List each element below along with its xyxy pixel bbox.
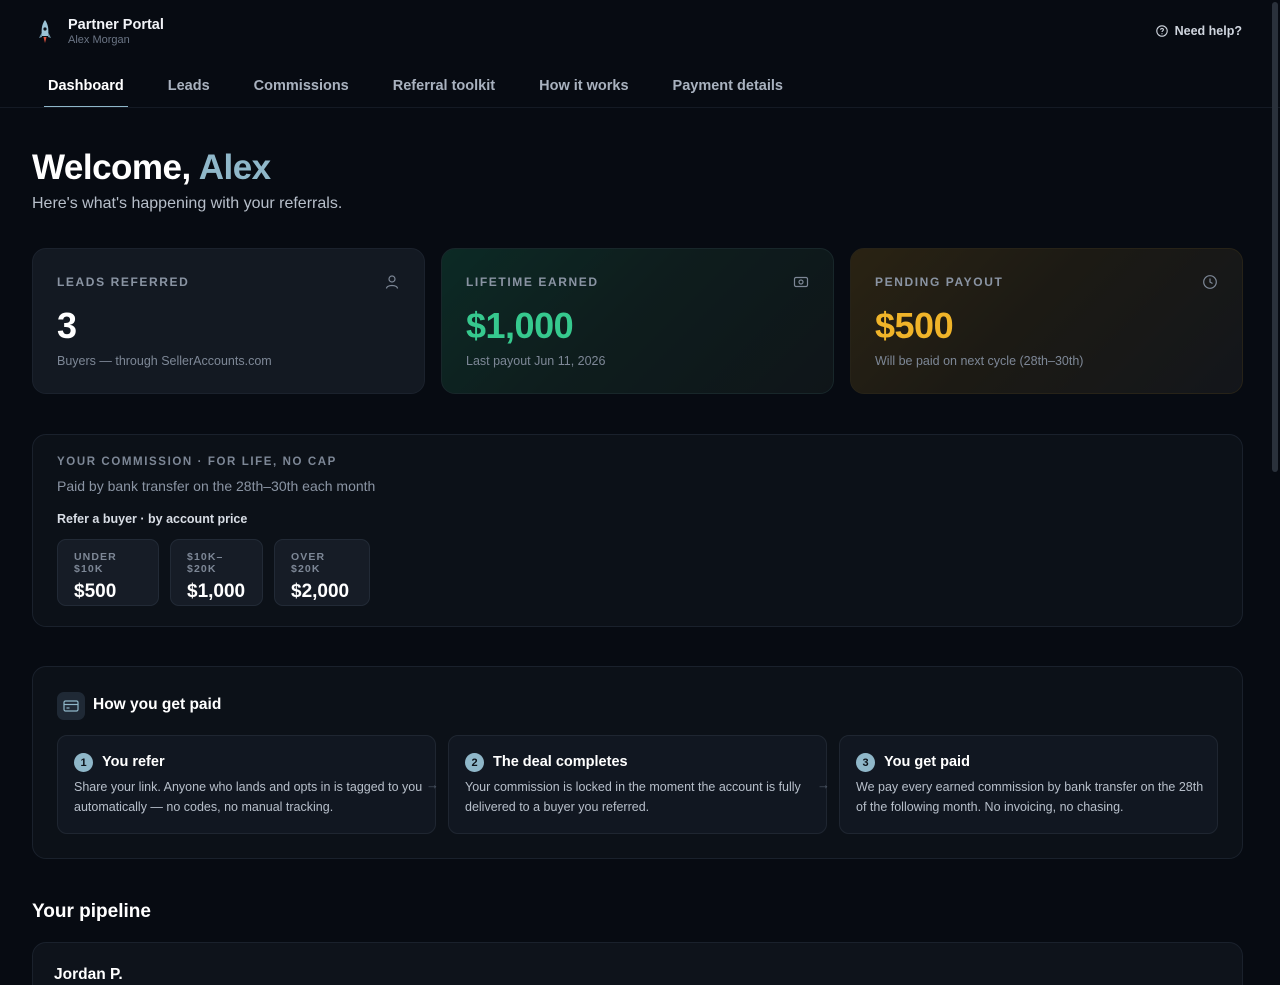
step-number: 1 <box>74 753 93 772</box>
pipeline-item[interactable]: Jordan P. <box>32 942 1243 985</box>
brand[interactable]: Partner Portal Alex Morgan <box>36 17 164 47</box>
tier-value: $1,000 <box>187 581 246 602</box>
step-description: Your commission is locked in the moment … <box>465 780 801 814</box>
pipeline-lead-name: Jordan P. <box>54 966 123 983</box>
tier-value: $2,000 <box>291 581 350 602</box>
commission-heading: YOUR COMMISSION · FOR LIFE, NO CAP <box>57 456 337 468</box>
user-name: Alex Morgan <box>68 34 130 46</box>
stat-note: Buyers — through SellerAccounts.com <box>57 354 272 368</box>
pipeline-title: Your pipeline <box>32 901 151 922</box>
commission-panel: YOUR COMMISSION · FOR LIFE, NO CAP Paid … <box>32 434 1243 627</box>
step-card-get-paid: 3 You get paid We pay every earned commi… <box>839 735 1218 834</box>
tier-card-10k-20k: $10K–$20K $1,000 <box>170 539 263 606</box>
arrow-right-icon: → <box>817 777 830 792</box>
stat-label: LIFETIME EARNED <box>466 275 599 289</box>
tier-label: UNDER $10K <box>74 551 117 575</box>
help-link[interactable]: Need help? <box>1155 24 1242 38</box>
user-icon <box>385 275 399 289</box>
banknote-icon <box>793 276 809 288</box>
credit-card-glyph <box>63 700 79 712</box>
step-description: Share your link. Anyone who lands and op… <box>74 780 423 814</box>
commission-subheading: Paid by bank transfer on the 28th–30th e… <box>57 478 376 494</box>
commission-refer-label: Refer a buyer · by account price <box>57 512 248 526</box>
how-paid-title: How you get paid <box>93 696 222 713</box>
step-card-deal-completes: 2 The deal completes Your commission is … <box>448 735 827 834</box>
page-subtitle: Here's what's happening with your referr… <box>32 195 343 212</box>
commission-tiers: UNDER $10K $500 $10K–$20K $1,000 OVER $2… <box>57 539 381 606</box>
stat-card-leads-referred: LEADS REFERRED 3 Buyers — through Seller… <box>32 248 425 394</box>
tier-label: $10K–$20K <box>187 551 224 575</box>
nav-tabs: Dashboard Leads Commissions Referral too… <box>44 66 823 108</box>
arrow-right-icon: → <box>426 777 439 792</box>
stat-label: LEADS REFERRED <box>57 275 190 289</box>
tier-value: $500 <box>74 581 117 602</box>
help-circle-icon <box>1155 25 1168 37</box>
how-you-get-paid-panel: How you get paid 1 You refer Share your … <box>32 666 1243 859</box>
tab-leads[interactable]: Leads <box>164 66 214 108</box>
stat-value: $1,000 <box>466 305 574 346</box>
stat-value: $500 <box>875 305 954 346</box>
step-card-refer: 1 You refer Share your link. Anyone who … <box>57 735 436 834</box>
scrollbar[interactable] <box>1272 2 1278 472</box>
tab-how-it-works[interactable]: How it works <box>535 66 632 108</box>
clock-icon <box>1203 275 1217 289</box>
rocket-icon <box>39 20 51 43</box>
step-title: The deal completes <box>493 754 628 770</box>
tab-referral-toolkit[interactable]: Referral toolkit <box>389 66 499 108</box>
brand-text: Partner Portal Alex Morgan <box>68 17 164 47</box>
tabs-divider <box>0 107 1280 108</box>
welcome-name: Alex <box>198 148 271 187</box>
app-title: Partner Portal <box>68 17 164 33</box>
stat-label: PENDING PAYOUT <box>875 275 1004 289</box>
stat-card-pending-payout: PENDING PAYOUT $500 Will be paid on next… <box>850 248 1243 394</box>
tier-label: OVER $20K <box>291 551 326 575</box>
tab-payment-details[interactable]: Payment details <box>669 66 787 108</box>
step-title: You get paid <box>884 754 970 770</box>
tab-commissions[interactable]: Commissions <box>250 66 353 108</box>
stat-value: 3 <box>57 305 77 346</box>
top-bar: Partner Portal Alex Morgan Need help? <box>0 0 1280 64</box>
credit-card-icon <box>57 692 85 720</box>
stat-note: Last payout Jun 11, 2026 <box>466 354 606 368</box>
step-description: We pay every earned commission by bank t… <box>856 780 1204 814</box>
step-title: You refer <box>102 754 165 770</box>
tier-card-under-10k: UNDER $10K $500 <box>57 539 159 606</box>
step-number: 3 <box>856 753 875 772</box>
stat-card-lifetime-earned: LIFETIME EARNED $1,000 Last payout Jun 1… <box>441 248 834 394</box>
welcome-greeting: Welcome, <box>32 148 191 187</box>
help-label: Need help? <box>1174 24 1242 38</box>
step-number: 2 <box>465 753 484 772</box>
tab-dashboard[interactable]: Dashboard <box>44 66 128 108</box>
stat-note: Will be paid on next cycle (28th–30th) <box>875 354 1084 368</box>
page-title: Welcome, Alex <box>32 148 271 188</box>
tier-card-over-20k: OVER $20K $2,000 <box>274 539 370 606</box>
